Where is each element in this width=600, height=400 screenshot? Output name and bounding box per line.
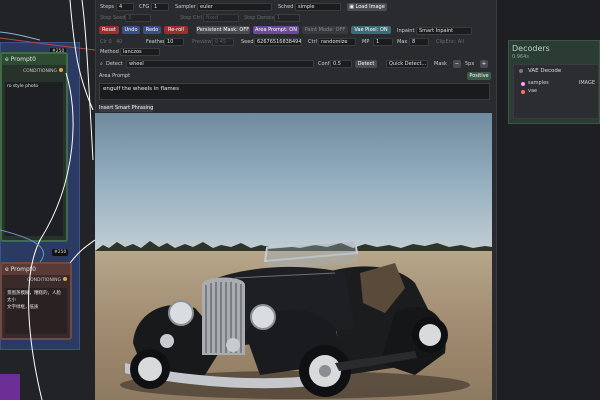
- undo-button[interactable]: Undo: [122, 26, 140, 34]
- output-port-icon[interactable]: [59, 68, 63, 72]
- inpaint-mode-select[interactable]: Smart Inpaint: [416, 27, 472, 35]
- max-label: Max: [397, 39, 408, 45]
- detect-prompt-field[interactable]: wheel: [126, 60, 314, 68]
- clip-enc-label[interactable]: ClipEnc: All: [436, 39, 464, 45]
- node-id-badge: #250: [52, 249, 69, 256]
- vae-input-port-icon[interactable]: [521, 90, 525, 94]
- clr-label: Clr 0: [100, 39, 112, 45]
- scheduler-label: Sched: [278, 4, 294, 10]
- conf-label: Conf: [318, 61, 330, 67]
- step-row: Step Seed 3 Step Ctrl fixed Step Denoise…: [96, 14, 496, 23]
- paint-mode-toggle[interactable]: Paint Mode: OFF: [302, 26, 348, 34]
- sampler-label: Sampler: [175, 4, 196, 10]
- detect-search-icon: ⌕: [100, 61, 103, 67]
- steps-field[interactable]: 4: [116, 3, 134, 11]
- mask-seed-row: Clr 0 40 Feather 10 Preview 0.45 Seed 62…: [96, 38, 496, 47]
- conf-field[interactable]: 0.5: [330, 60, 352, 68]
- conditioning-output[interactable]: CONDITIONING: [23, 68, 63, 74]
- vae-decode-node[interactable]: VAE Decode samples IMAGE vae: [513, 64, 599, 119]
- output-label: CONDITIONING: [26, 278, 61, 283]
- samples-input-label: samples: [528, 80, 549, 86]
- reroll-button[interactable]: Re-roll: [164, 26, 188, 34]
- clr-value[interactable]: 40: [116, 39, 122, 45]
- group-timing: 0.964s: [512, 54, 529, 60]
- scheduler-select[interactable]: simple: [295, 3, 341, 11]
- sampler-row: Steps 4 CFG 1 Sampler euler Sched simple…: [96, 3, 496, 12]
- decoders-group[interactable]: Decoders 0.964s VAE Decode samples IMAGE…: [508, 40, 600, 124]
- output-port-icon[interactable]: [63, 277, 67, 281]
- node-title: e Prompt0: [2, 54, 66, 65]
- ctrl-select[interactable]: randomize: [318, 38, 356, 46]
- prompt-textarea[interactable]: ro style photo: [5, 82, 63, 236]
- image-output-label: IMAGE: [578, 80, 595, 86]
- mask-decrease-button[interactable]: −: [453, 60, 461, 68]
- redo-button[interactable]: Redo: [143, 26, 161, 34]
- method-row: Method lanczos: [96, 48, 496, 57]
- action-row: Reset Undo Redo Re-roll Persistent Mask:…: [96, 26, 496, 36]
- method-select[interactable]: lanczos: [120, 48, 160, 56]
- prompt-textarea[interactable]: 景图蒸模糊，糟糕的，人脸太小 文字绿框，低质: [5, 288, 67, 334]
- step-seed-label: Step Seed: [100, 15, 126, 21]
- sampler-select[interactable]: euler: [197, 3, 272, 11]
- node-collapse-icon[interactable]: [519, 69, 523, 73]
- negative-prompt-node[interactable]: e Prompt0 CONDITIONING 景图蒸模糊，糟糕的，人脸太小 文字…: [0, 262, 72, 340]
- cfg-field[interactable]: 1: [151, 3, 169, 11]
- insert-smart-phrasing-button[interactable]: Insert Smart Phrasing: [99, 104, 153, 112]
- positive-toggle[interactable]: Positive: [467, 72, 491, 80]
- method-label: Method: [100, 49, 119, 55]
- max-field[interactable]: 8: [409, 38, 429, 46]
- quick-detect-select[interactable]: Quick Detect...: [386, 60, 428, 68]
- prompt-line: 文字绿框，低质: [7, 305, 39, 310]
- seed-field[interactable]: 626765168384942: [254, 38, 302, 46]
- feather-label: Feather: [146, 39, 166, 45]
- mask-increase-button[interactable]: +: [480, 60, 488, 68]
- area-prompt-toggle[interactable]: Area Prompt: ON: [253, 26, 299, 34]
- step-seed-field[interactable]: 3: [125, 14, 151, 22]
- load-image-label: Load Image: [355, 4, 385, 10]
- steps-label: Steps: [100, 4, 114, 10]
- mask-label: Mask: [434, 61, 447, 67]
- cfg-label: CFG: [139, 4, 150, 10]
- detect-button[interactable]: Detect: [355, 60, 377, 68]
- detect-row: ⌕ Detect wheel Conf 0.5 Detect Quick Det…: [96, 60, 496, 69]
- feather-field[interactable]: 10: [164, 38, 184, 46]
- detect-label: Detect: [106, 61, 123, 67]
- inpaint-label: Inpaint: [397, 28, 415, 34]
- ctrl-label: Ctrl: [308, 39, 317, 45]
- prompt-line: 景图蒸模糊，糟糕的，人脸太小: [7, 291, 61, 303]
- area-prompt-textarea[interactable]: engulf the wheels in flames: [99, 83, 490, 100]
- preview-label: Preview: [192, 39, 212, 45]
- conditioning-output[interactable]: CONDITIONING: [27, 277, 67, 283]
- node-title: e Prompt0: [2, 264, 70, 275]
- step-ctrl-select[interactable]: fixed: [203, 14, 239, 22]
- load-image-button[interactable]: ▣ Load Image: [347, 3, 387, 11]
- collapsed-node[interactable]: [0, 374, 20, 400]
- node-title: VAE Decode: [528, 68, 562, 74]
- seed-label: Seed: [241, 39, 254, 45]
- mask-grow-value[interactable]: 5px: [465, 61, 474, 67]
- reset-button[interactable]: Reset: [99, 26, 119, 34]
- mp-field[interactable]: 1: [373, 38, 393, 46]
- persistent-mask-toggle[interactable]: Persistent Mask: OFF: [196, 26, 250, 34]
- vae-pixel-toggle[interactable]: Vae Pixel: ON: [351, 26, 391, 34]
- vintage-car-photo: [120, 239, 470, 399]
- step-ctrl-label: Step Ctrl: [180, 15, 202, 21]
- preview-field[interactable]: 0.45: [212, 38, 234, 46]
- image-canvas[interactable]: [95, 113, 492, 400]
- area-prompt-label: Area Prompt: [99, 73, 131, 79]
- vae-input-label: vae: [528, 88, 538, 94]
- samples-input-port-icon[interactable]: [521, 82, 525, 86]
- step-denoise-field[interactable]: 1: [274, 14, 300, 22]
- mp-label: MP: [362, 39, 370, 45]
- step-denoise-label: Step Denoise: [244, 15, 278, 21]
- group-title: Decoders: [512, 44, 550, 53]
- output-label: CONDITIONING: [22, 69, 57, 74]
- positive-prompt-node[interactable]: e Prompt0 CONDITIONING ro style photo: [0, 52, 68, 242]
